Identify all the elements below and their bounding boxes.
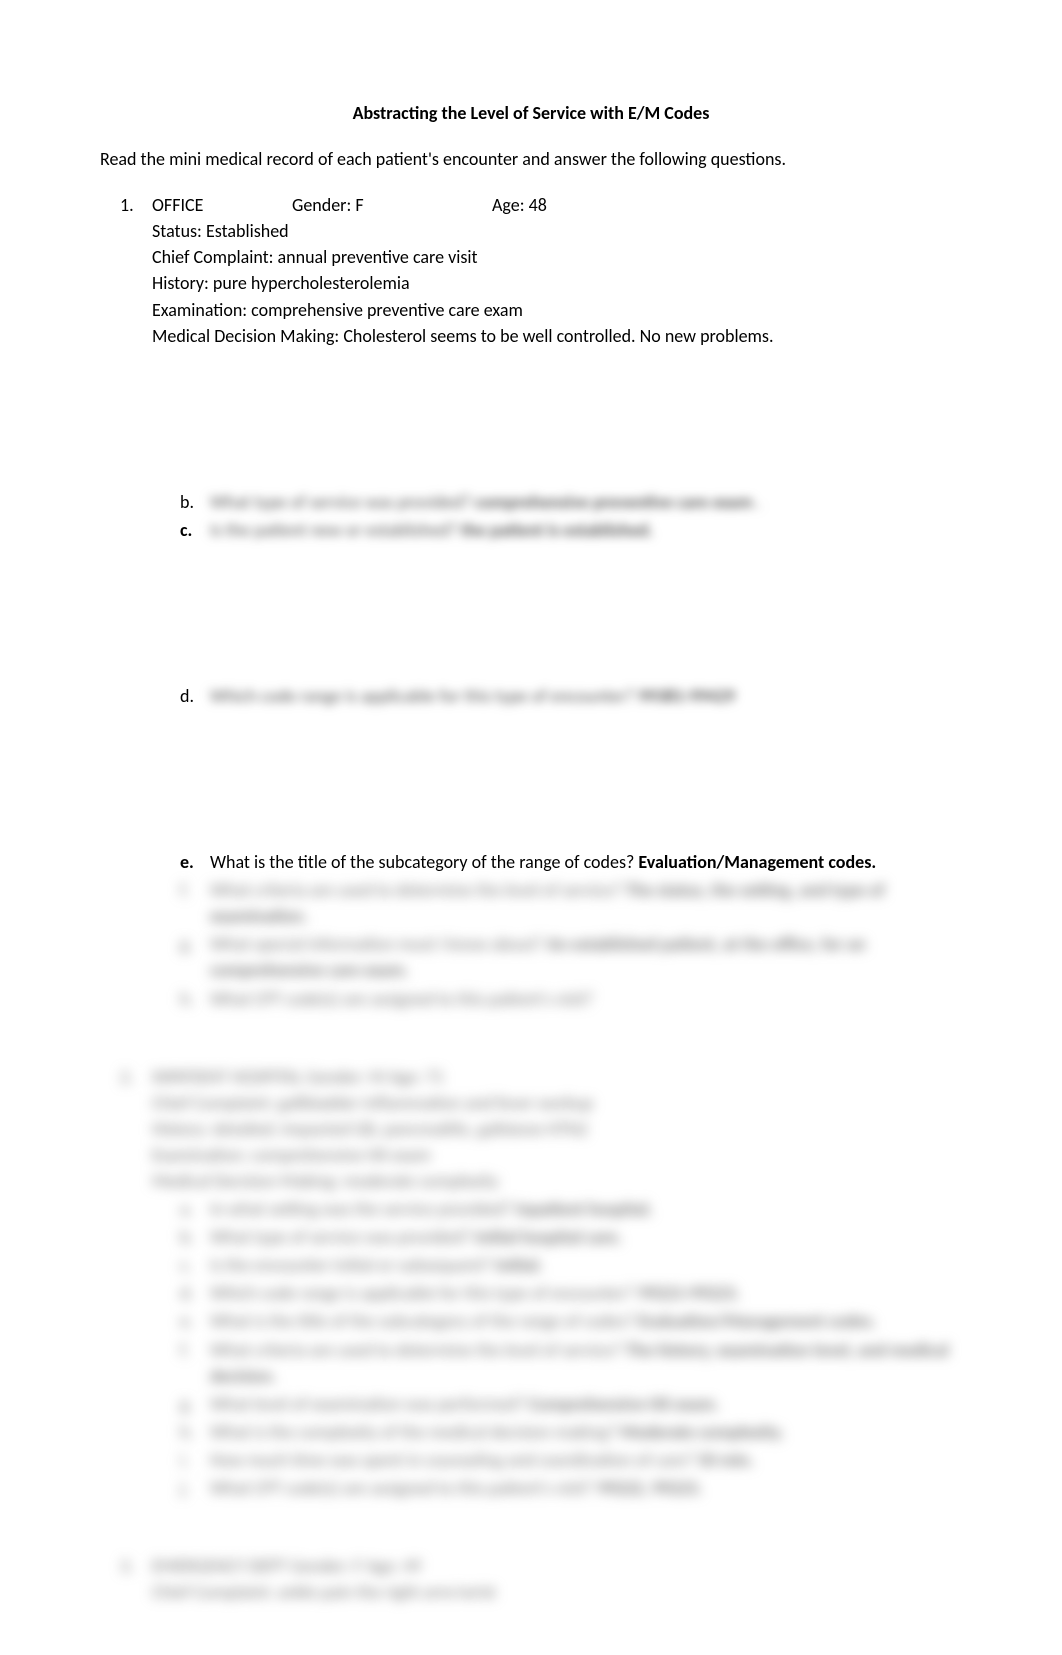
q2-item-h: h. What is the complexity of the medical… xyxy=(180,1419,962,1445)
q1-item-d: d. Which code range is applicable for th… xyxy=(180,683,962,709)
q2-a-q: In what setting was the service provided… xyxy=(210,1198,516,1220)
q1-item-e: e. What is the title of the subcategory … xyxy=(180,849,962,875)
q1-item-c: c. Is the patient new or established? th… xyxy=(180,517,962,543)
q1-d-letter: d. xyxy=(180,683,210,709)
q1-e-content: What is the title of the subcategory of … xyxy=(210,849,962,875)
q2-g-q: What level of examination was performed? xyxy=(210,1393,529,1415)
q1-age: Age: 48 xyxy=(492,192,547,218)
q1-exam: Examination: comprehensive preventive ca… xyxy=(152,297,962,323)
q1-h-content: What CPT code(s) are assigned to this pa… xyxy=(210,986,962,1012)
q2-f-q: What criteria are used to determine the … xyxy=(210,1339,626,1361)
q1-g-question: What special information must I know abo… xyxy=(210,933,547,955)
q2-b-q: What type of service was provided? xyxy=(210,1226,475,1248)
q2-h-a: Moderate complexity. xyxy=(620,1421,784,1443)
q2-item-e: e. What is the title of the subcategory … xyxy=(180,1308,962,1334)
q2-f-letter: f. xyxy=(180,1337,210,1389)
q2-item-c: c. Is the encounter initial or subsequen… xyxy=(180,1252,962,1278)
q2-mdm: Medical Decision Making: moderate comple… xyxy=(152,1168,962,1194)
q1-complaint: Chief Complaint: annual preventive care … xyxy=(152,244,962,270)
q2-item-i: i. How much time was spent in counseling… xyxy=(180,1447,962,1473)
q2-c-letter: c. xyxy=(180,1252,210,1278)
q2-j-letter: j. xyxy=(180,1475,210,1501)
q2-item-g: g. What level of examination was perform… xyxy=(180,1391,962,1417)
q1-f-letter: f. xyxy=(180,877,210,929)
q2-c-q: Is the encounter initial or subsequent? xyxy=(210,1254,495,1276)
q1-item-f: f. What criteria are used to determine t… xyxy=(180,877,962,929)
q2-i-q: How much time was spent in counseling an… xyxy=(210,1449,698,1471)
q1-b-letter: b. xyxy=(180,489,210,515)
q2-exam: Examination: comprehensive HX exam xyxy=(152,1142,962,1168)
q2-b-a: Initial hospital care. xyxy=(475,1226,622,1248)
q1-number: 1. xyxy=(120,192,152,1013)
q1-e-question: What is the title of the subcategory of … xyxy=(210,851,638,873)
q1-status: Status: Established xyxy=(152,218,962,244)
q1-item-g: g. What special information must I know … xyxy=(180,931,962,983)
q2-number: 2. xyxy=(120,1064,152,1504)
q2-item-f: f. What criteria are used to determine t… xyxy=(180,1337,962,1389)
q2-g-letter: g. xyxy=(180,1391,210,1417)
q1-mdm: Medical Decision Making: Cholesterol see… xyxy=(152,323,962,349)
q1-gender: Gender: F xyxy=(292,192,492,218)
instructions-text: Read the mini medical record of each pat… xyxy=(100,146,962,172)
q2-e-a: Evaluation/Management codes. xyxy=(638,1310,876,1332)
page-title: Abstracting the Level of Service with E/… xyxy=(100,100,962,126)
q1-b-answer: comprehensive preventive care exam xyxy=(475,491,753,513)
q1-b-question: What type of service was provided? xyxy=(210,491,475,513)
q1-f-question: What criteria are used to determine the … xyxy=(210,879,626,901)
q3-number: 3. xyxy=(120,1553,152,1605)
q2-header: INPATIENT HOSPITAL Gender: M Age: 71 xyxy=(152,1064,962,1090)
q1-f-content: What criteria are used to determine the … xyxy=(210,877,962,929)
q1-g-letter: g. xyxy=(180,931,210,983)
q3-header: EMERGENCY DEPT Gender: F Age: 49 xyxy=(152,1553,962,1579)
q2-c-a: Initial. xyxy=(495,1254,543,1276)
q1-c-answer: the patient is established. xyxy=(461,519,653,541)
q1-d-content: Which code range is applicable for this … xyxy=(210,683,962,709)
q2-item-d: d. Which code range is applicable for th… xyxy=(180,1280,962,1306)
q1-c-content: Is the patient new or established? the p… xyxy=(210,517,962,543)
q3-complaint: Chief Complaint: ankle pain the right ar… xyxy=(152,1579,962,1605)
q2-b-letter: b. xyxy=(180,1224,210,1250)
question-3: 3. EMERGENCY DEPT Gender: F Age: 49 Chie… xyxy=(100,1553,962,1605)
q1-b-suffix: . xyxy=(757,491,762,513)
q1-h-letter: h. xyxy=(180,986,210,1012)
q1-h-question: What CPT code(s) are assigned to this pa… xyxy=(210,988,593,1010)
q2-a-a: Inpatient hospital. xyxy=(516,1198,653,1220)
q2-e-letter: e. xyxy=(180,1308,210,1334)
q1-c-letter: c. xyxy=(180,517,210,543)
q1-e-answer: Evaluation/Management codes. xyxy=(638,851,876,873)
q2-item-j: j. What CPT code(s) are assigned to this… xyxy=(180,1475,962,1501)
q2-g-a: Comprehensive HX exam. xyxy=(529,1393,720,1415)
q1-c-question: Is the patient new or established? xyxy=(210,519,461,541)
question-1: 1. OFFICE Gender: F Age: 48 Status: Esta… xyxy=(100,192,962,1013)
q2-e-q: What is the title of the subcategory of … xyxy=(210,1310,638,1332)
q1-b-content: What type of service was provided? compr… xyxy=(210,489,962,515)
q2-h-q: What is the complexity of the medical de… xyxy=(210,1421,620,1443)
q2-a-letter: a. xyxy=(180,1196,210,1222)
q1-office: OFFICE xyxy=(152,192,292,218)
q1-g-content: What special information must I know abo… xyxy=(210,931,962,983)
q2-complaint: Chief Complaint: gallbladder inflammatio… xyxy=(152,1090,962,1116)
q1-e-letter: e. xyxy=(180,849,210,875)
q2-item-a: a. In what setting was the service provi… xyxy=(180,1196,962,1222)
q2-h-letter: h. xyxy=(180,1419,210,1445)
q2-j-a: 99222, 99223. xyxy=(597,1477,702,1499)
q2-d-a: 99221-99223. xyxy=(638,1282,740,1304)
q1-history: History: pure hypercholesterolemia xyxy=(152,270,962,296)
question-2: 2. INPATIENT HOSPITAL Gender: M Age: 71 … xyxy=(100,1064,962,1504)
q2-d-q: Which code range is applicable for this … xyxy=(210,1282,638,1304)
q1-item-b: b. What type of service was provided? co… xyxy=(180,489,962,515)
q2-item-b: b. What type of service was provided? In… xyxy=(180,1224,962,1250)
q2-i-a: 50 min. xyxy=(698,1449,754,1471)
q1-d-question: Which code range is applicable for this … xyxy=(210,685,638,707)
q2-j-q: What CPT code(s) are assigned to this pa… xyxy=(210,1477,597,1499)
q1-d-answer: 99381-99429 xyxy=(638,685,735,707)
q2-history: History: detailed; impacted GB, pancreat… xyxy=(152,1116,962,1142)
q2-d-letter: d. xyxy=(180,1280,210,1306)
q2-i-letter: i. xyxy=(180,1447,210,1473)
q1-item-h: h. What CPT code(s) are assigned to this… xyxy=(180,986,962,1012)
